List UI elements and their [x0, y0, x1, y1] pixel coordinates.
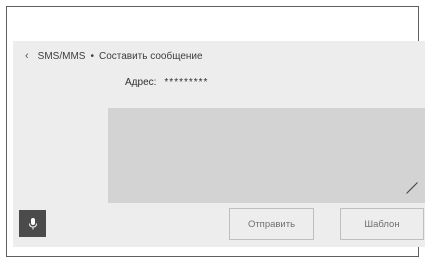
page-title: Составить сообщение: [98, 50, 203, 62]
pencil-icon[interactable]: [405, 181, 419, 195]
compose-screen: ‹ SMS/MMS • Составить сообщение Адрес: *…: [13, 41, 425, 247]
message-text-area[interactable]: [108, 108, 425, 203]
chevron-left-icon[interactable]: ‹: [25, 50, 29, 62]
title-separator: •: [90, 50, 94, 62]
template-button[interactable]: Шаблон: [340, 208, 424, 240]
header-bar: ‹ SMS/MMS • Составить сообщение: [13, 41, 425, 71]
microphone-icon: [28, 217, 37, 229]
screen-frame: ‹ SMS/MMS • Составить сообщение Адрес: *…: [6, 6, 425, 257]
address-row[interactable]: Адрес: *********: [125, 77, 208, 88]
address-label: Адрес:: [125, 77, 157, 88]
address-value: *********: [164, 77, 209, 88]
app-title: SMS/MMS: [37, 50, 86, 62]
microphone-button[interactable]: [19, 210, 46, 237]
send-button[interactable]: Отправить: [229, 208, 314, 240]
